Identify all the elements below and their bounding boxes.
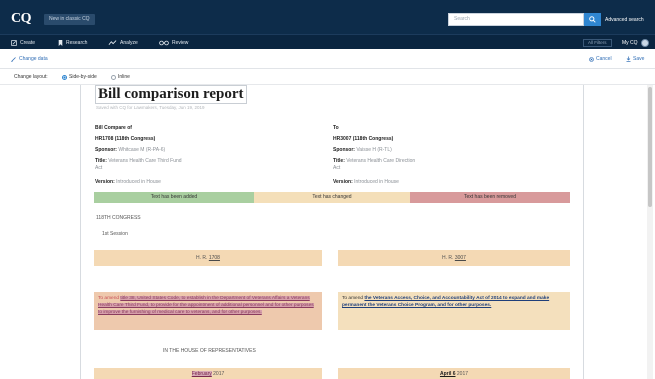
- avatar: [640, 38, 649, 47]
- right-bill-header: H. R. 3007: [338, 250, 570, 266]
- right-title-line1: Veterans Health Care Direction: [346, 158, 416, 164]
- scrollbar[interactable]: [647, 85, 653, 379]
- top-bar: CQ New in classic CQ Search Advanced sea…: [0, 0, 655, 34]
- right-bill-prefix: H. R.: [442, 255, 454, 261]
- left-date: February 2017: [94, 368, 322, 379]
- left-margin-rule: [80, 85, 81, 379]
- session-label: 1st Session: [102, 231, 128, 237]
- left-version-label: Version:: [95, 179, 115, 185]
- layout-option-inline-label: Inline: [118, 74, 130, 80]
- left-purpose-removed-text: title 38, United States Code, to establi…: [98, 296, 314, 315]
- layout-bar: Change layout: Side-by-side Inline: [0, 69, 655, 85]
- left-sponsor: Whitcase M (R-PA-6): [118, 147, 166, 153]
- right-purpose-changed-text: the Veterans Access, Choice, and Account…: [342, 296, 550, 308]
- left-sponsor-label: Sponsor:: [95, 147, 117, 153]
- change-layout-label: Change layout:: [14, 74, 48, 80]
- right-title-label: Title:: [333, 158, 345, 164]
- change-legend: Text has been added Text has changed Tex…: [94, 192, 570, 203]
- left-bill-number: HR1708 (118th Congress): [95, 136, 156, 142]
- new-in-classic-cq-button[interactable]: New in classic CQ: [44, 14, 95, 25]
- right-purpose-lead: To amend: [342, 296, 365, 301]
- left-bill-prefix: H. R.: [196, 255, 208, 261]
- layout-option-side-by-side[interactable]: Side-by-side: [62, 74, 97, 80]
- house-label: IN THE HOUSE OF REPRESENTATIVES: [163, 348, 256, 354]
- right-heading: To: [333, 125, 339, 131]
- right-date: April 6 2017: [338, 368, 570, 379]
- legend-added: Text has been added: [94, 192, 254, 203]
- right-purpose-text: To amend the Veterans Access, Choice, an…: [338, 292, 570, 330]
- right-version-label: Version:: [333, 179, 353, 185]
- close-icon: [589, 56, 594, 62]
- nav-analyze-label: Analyze: [120, 39, 138, 46]
- radio-unselected-icon: [111, 74, 116, 80]
- left-title-line1: Veterans Health Care Third Fund: [108, 158, 182, 164]
- right-bill-link[interactable]: 3007: [455, 255, 466, 261]
- right-date-month: April 6: [439, 371, 456, 377]
- report-title[interactable]: Bill comparison report: [95, 85, 247, 104]
- layout-option-side-by-side-label: Side-by-side: [69, 74, 97, 80]
- nav-research[interactable]: Research: [58, 35, 87, 50]
- advanced-search-link[interactable]: Advanced search: [605, 17, 644, 23]
- legend-removed: Text has been removed: [410, 192, 570, 203]
- save-label: Save: [633, 56, 645, 62]
- download-icon: [626, 56, 631, 62]
- nav-review[interactable]: Review: [159, 35, 188, 50]
- cancel-label: Cancel: [596, 56, 612, 62]
- bookmark-icon: [58, 39, 63, 46]
- nav-create-label: Create: [20, 39, 36, 46]
- search-button[interactable]: [584, 13, 601, 26]
- glasses-icon: [159, 40, 169, 45]
- left-heading: Bill Compare of: [95, 125, 132, 131]
- left-title-line2: Act: [95, 165, 103, 171]
- right-sponsor-label: Sponsor:: [333, 147, 355, 153]
- cancel-button[interactable]: Cancel: [589, 56, 612, 62]
- search-input[interactable]: Search: [448, 13, 584, 26]
- change-data-label: Change data: [19, 56, 48, 62]
- left-title-label: Title:: [95, 158, 107, 164]
- left-purpose-lead: To amend: [98, 296, 121, 301]
- left-version: Introduced in House: [116, 179, 161, 185]
- pencil-icon: [11, 56, 16, 62]
- radio-selected-icon: [62, 74, 67, 80]
- left-date-month: February: [191, 371, 212, 377]
- left-bill-header: H. R. 1708: [94, 250, 322, 266]
- left-bill-link[interactable]: 1708: [209, 255, 220, 261]
- right-version: Introduced in House: [354, 179, 399, 185]
- all-filters-button[interactable]: All Filters: [583, 39, 612, 47]
- layout-option-inline[interactable]: Inline: [111, 74, 130, 80]
- trend-icon: [108, 39, 117, 45]
- my-cq-menu[interactable]: My CQ: [622, 35, 649, 50]
- report-subtitle: Saved with CQ for Lawmakers, Tuesday, Ju…: [96, 105, 205, 110]
- left-purpose-text: To amend title 38, United States Code, t…: [94, 292, 322, 330]
- right-sponsor: Vaisse H (R-TL): [356, 147, 392, 153]
- left-date-year: 2017: [213, 371, 225, 377]
- save-button[interactable]: Save: [626, 56, 644, 62]
- congress-label: 118TH CONGRESS: [96, 215, 141, 221]
- nav-research-label: Research: [66, 39, 88, 46]
- nav-create[interactable]: Create: [11, 35, 35, 50]
- right-margin-rule: [583, 85, 584, 379]
- my-cq-label: My CQ: [622, 39, 638, 46]
- search-icon: [589, 16, 596, 23]
- comparison-document: Bill comparison report Saved with CQ for…: [0, 85, 655, 379]
- cq-logo[interactable]: CQ: [11, 11, 32, 27]
- scrollbar-thumb[interactable]: [648, 87, 652, 207]
- right-bill-number: HR3007 (118th Congress): [333, 136, 394, 142]
- change-data-link[interactable]: Change data: [11, 56, 48, 62]
- right-date-year: 2017: [456, 371, 469, 377]
- edit-icon: [11, 39, 17, 46]
- nav-review-label: Review: [172, 39, 189, 46]
- nav-analyze[interactable]: Analyze: [108, 35, 138, 50]
- legend-changed: Text has changed: [254, 192, 410, 203]
- main-nav: Create Research Analyze Review All Filte…: [0, 34, 655, 49]
- right-title-line2: Act: [333, 165, 341, 171]
- action-bar: Change data Cancel Save: [0, 49, 655, 69]
